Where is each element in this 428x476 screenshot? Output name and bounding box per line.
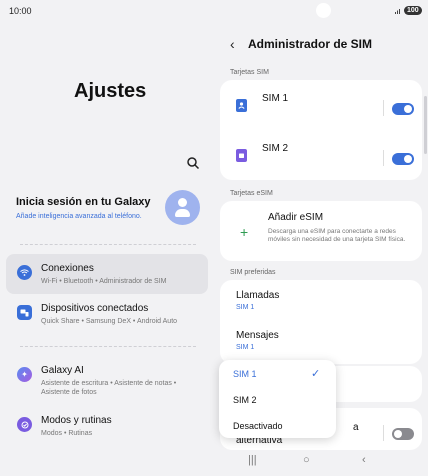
dropdown-option-sim2[interactable]: SIM 2 <box>233 395 257 405</box>
calls-value: SIM 1 <box>236 304 255 311</box>
devices-icon <box>17 305 32 320</box>
add-esim-description: Descarga una eSIM para conectarte a rede… <box>268 228 406 243</box>
divider <box>20 244 196 245</box>
settings-item-label: Modos y rutinas <box>41 415 112 426</box>
sim-2-toggle[interactable] <box>392 153 414 165</box>
messages-value: SIM 1 <box>236 344 255 351</box>
settings-item-galaxy-ai[interactable]: ✦ Galaxy AI Asistente de escritura • Asi… <box>6 356 208 402</box>
navigation-bar: ||| ○ ‹ <box>214 452 428 472</box>
add-esim-card[interactable]: + Añadir eSIM Descarga una eSIM para con… <box>220 201 422 261</box>
recents-icon[interactable]: ||| <box>248 454 257 466</box>
sim-1-toggle[interactable] <box>392 103 414 115</box>
settings-item-connected-devices[interactable]: Dispositivos conectados Quick Share • Sa… <box>6 294 208 334</box>
settings-pane: Ajustes Inicia sesión en tu Galaxy Añade… <box>0 0 214 476</box>
settings-item-sub: Asistente de escritura • Asistente de no… <box>41 380 177 396</box>
scrollbar[interactable] <box>424 96 427 154</box>
back-arrow-icon[interactable]: ‹ <box>230 36 235 52</box>
account-signin[interactable]: Inicia sesión en tu Galaxy Añade intelig… <box>16 196 151 220</box>
settings-item-modes-routines[interactable]: Modos y rutinas Modos • Rutinas <box>6 406 208 446</box>
calls-label[interactable]: Llamadas <box>236 290 279 301</box>
section-header: Tarjetas SIM <box>230 69 269 76</box>
settings-item-sub: Wi-Fi • Bluetooth • Administrador de SIM <box>41 278 167 285</box>
section-header: SIM preferidas <box>230 269 276 276</box>
section-header: Tarjetas eSIM <box>230 190 273 197</box>
plus-icon: + <box>240 224 249 240</box>
add-esim-label: Añadir eSIM <box>268 212 324 223</box>
messages-label[interactable]: Mensajes <box>236 330 279 341</box>
sim-label: SIM 1 <box>262 93 289 104</box>
sim-row-2[interactable]: SIM 2 <box>220 134 422 180</box>
sim-manager-title: Administrador de SIM <box>248 37 373 51</box>
settings-item-sub: Quick Share • Samsung DeX • Android Auto <box>41 318 178 325</box>
sim-card-list: SIM 1 SIM 2 <box>220 80 422 180</box>
sim-card-icon <box>236 99 247 112</box>
alt-network-toggle[interactable] <box>392 428 414 440</box>
sim-dropdown-menu: SIM 1 ✓ SIM 2 Desactivado <box>219 360 336 438</box>
home-icon[interactable]: ○ <box>303 454 310 466</box>
sim-label: SIM 2 <box>262 143 289 154</box>
back-icon[interactable]: ‹ <box>362 454 366 466</box>
page-title: Ajustes <box>74 80 147 102</box>
avatar[interactable] <box>165 190 200 225</box>
preferred-sim-card: Llamadas SIM 1 Mensajes SIM 1 <box>220 280 422 364</box>
divider <box>20 346 196 347</box>
settings-item-sub: Modos • Rutinas <box>41 430 93 437</box>
sim-row-1[interactable]: SIM 1 <box>220 84 422 130</box>
account-subtitle: Añade inteligencia avanzada al teléfono. <box>16 213 142 220</box>
search-icon[interactable] <box>186 156 200 170</box>
check-icon: ✓ <box>311 368 321 380</box>
ai-icon: ✦ <box>17 367 32 382</box>
settings-item-label: Galaxy AI <box>41 365 84 376</box>
modes-icon <box>17 417 32 432</box>
settings-item-label: Conexiones <box>41 263 94 274</box>
sim-card-icon <box>236 149 247 162</box>
alt-label-partial: a <box>353 422 359 433</box>
account-title: Inicia sesión en tu Galaxy <box>16 196 151 208</box>
settings-item-label: Dispositivos conectados <box>41 303 149 314</box>
wifi-icon <box>17 265 32 280</box>
dropdown-option-off[interactable]: Desactivado <box>233 421 283 431</box>
dropdown-option-sim1[interactable]: SIM 1 <box>233 369 257 379</box>
settings-item-connections[interactable]: Conexiones Wi-Fi • Bluetooth • Administr… <box>6 254 208 294</box>
